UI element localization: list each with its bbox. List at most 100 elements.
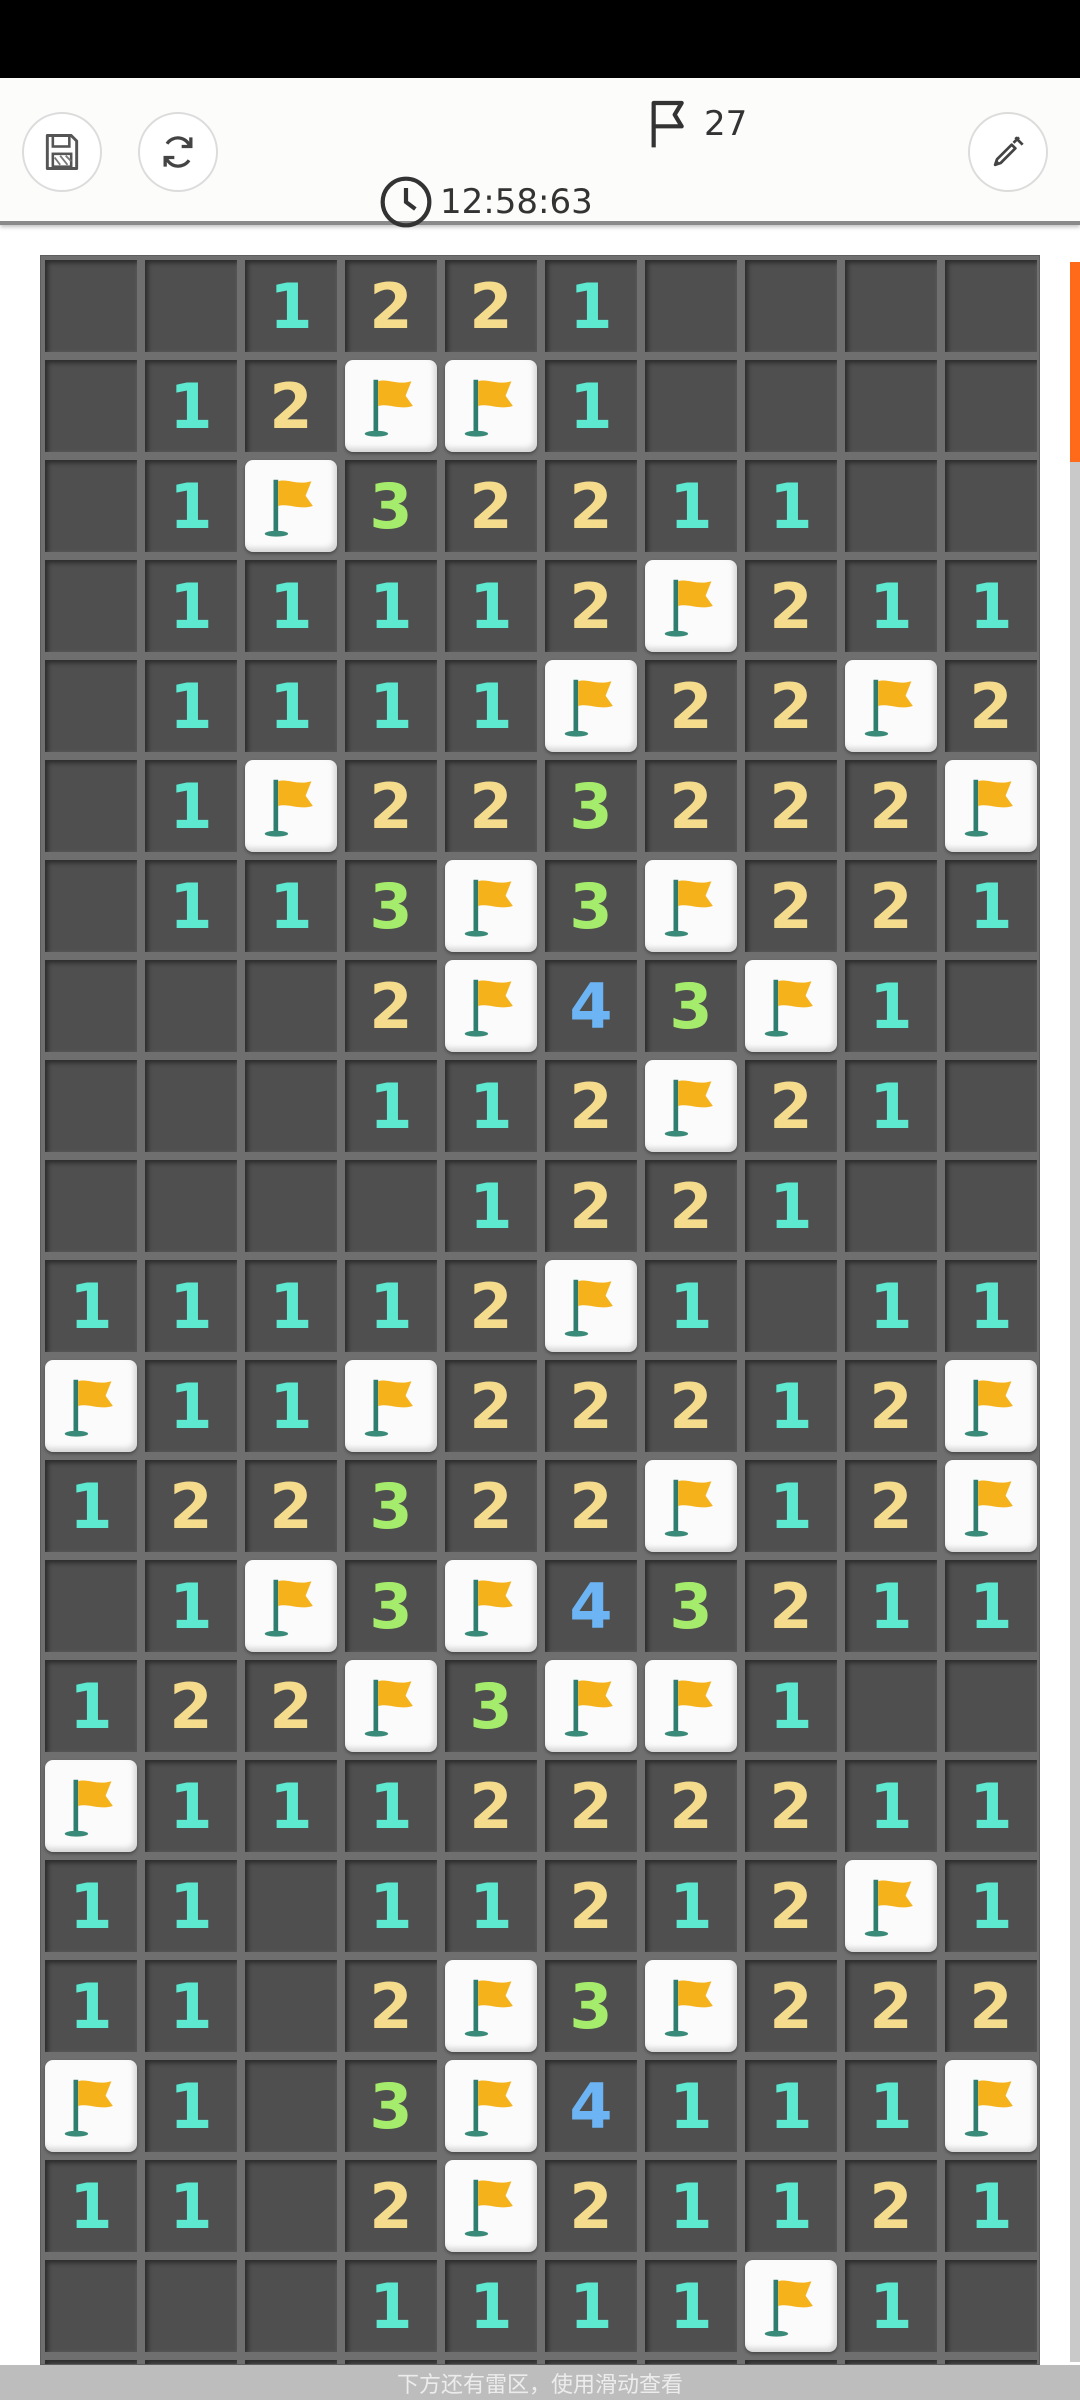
number-cell[interactable]: 2 xyxy=(745,1060,837,1152)
number-cell[interactable]: 1 xyxy=(345,1760,437,1852)
revealed-empty-cell[interactable] xyxy=(845,360,937,452)
number-cell[interactable]: 1 xyxy=(245,860,337,952)
number-cell[interactable]: 2 xyxy=(845,1360,937,1452)
flagged-cell[interactable] xyxy=(545,1660,637,1752)
flagged-cell[interactable] xyxy=(645,560,737,652)
flagged-cell[interactable] xyxy=(945,760,1037,852)
number-cell[interactable]: 2 xyxy=(645,1160,737,1252)
number-cell[interactable]: 1 xyxy=(145,560,237,652)
number-cell[interactable]: 4 xyxy=(545,1560,637,1652)
number-cell[interactable]: 1 xyxy=(145,1260,237,1352)
scrollbar-thumb[interactable] xyxy=(1070,262,1080,462)
number-cell[interactable]: 2 xyxy=(745,1960,837,2052)
flagged-cell[interactable] xyxy=(345,360,437,452)
revealed-empty-cell[interactable] xyxy=(645,260,737,352)
number-cell[interactable]: 1 xyxy=(945,1560,1037,1652)
number-cell[interactable]: 1 xyxy=(945,1260,1037,1352)
revealed-empty-cell[interactable] xyxy=(745,260,837,352)
flagged-cell[interactable] xyxy=(445,360,537,452)
number-cell[interactable]: 2 xyxy=(745,760,837,852)
flagged-cell[interactable] xyxy=(45,1760,137,1852)
revealed-empty-cell[interactable] xyxy=(845,1160,937,1252)
revealed-empty-cell[interactable] xyxy=(45,1160,137,1252)
number-cell[interactable]: 2 xyxy=(245,360,337,452)
number-cell[interactable]: 1 xyxy=(45,1260,137,1352)
flagged-cell[interactable] xyxy=(645,1460,737,1552)
flagged-cell[interactable] xyxy=(845,1860,937,1952)
flagged-cell[interactable] xyxy=(445,2060,537,2152)
number-cell[interactable]: 2 xyxy=(745,1760,837,1852)
save-button[interactable] xyxy=(22,112,102,192)
flagged-cell[interactable] xyxy=(445,960,537,1052)
revealed-empty-cell[interactable] xyxy=(45,960,137,1052)
number-cell[interactable]: 1 xyxy=(845,2060,937,2152)
number-cell[interactable]: 3 xyxy=(345,1560,437,1652)
number-cell[interactable]: 1 xyxy=(645,2260,737,2352)
revealed-empty-cell[interactable] xyxy=(45,1060,137,1152)
flagged-cell[interactable] xyxy=(745,2260,837,2352)
number-cell[interactable]: 1 xyxy=(745,1460,837,1552)
number-cell[interactable]: 2 xyxy=(445,460,537,552)
flagged-cell[interactable] xyxy=(645,860,737,952)
flagged-cell[interactable] xyxy=(245,460,337,552)
number-cell[interactable]: 2 xyxy=(545,1860,637,1952)
number-cell[interactable]: 1 xyxy=(145,2060,237,2152)
number-cell[interactable]: 2 xyxy=(145,1660,237,1752)
number-cell[interactable]: 2 xyxy=(645,1360,737,1452)
revealed-empty-cell[interactable] xyxy=(45,560,137,652)
number-cell[interactable]: 2 xyxy=(145,1460,237,1552)
flagged-cell[interactable] xyxy=(645,1960,737,2052)
number-cell[interactable]: 2 xyxy=(545,560,637,652)
number-cell[interactable]: 1 xyxy=(345,1260,437,1352)
number-cell[interactable]: 2 xyxy=(945,660,1037,752)
number-cell[interactable]: 1 xyxy=(745,1160,837,1252)
number-cell[interactable]: 2 xyxy=(545,460,637,552)
number-cell[interactable]: 1 xyxy=(845,2260,937,2352)
number-cell[interactable]: 1 xyxy=(445,1860,537,1952)
number-cell[interactable]: 1 xyxy=(145,1960,237,2052)
number-cell[interactable]: 2 xyxy=(845,1460,937,1552)
number-cell[interactable]: 2 xyxy=(445,760,537,852)
revealed-empty-cell[interactable] xyxy=(245,1860,337,1952)
dig-mode-button[interactable] xyxy=(968,112,1048,192)
revealed-empty-cell[interactable] xyxy=(245,1060,337,1152)
number-cell[interactable]: 2 xyxy=(545,1060,637,1152)
number-cell[interactable]: 1 xyxy=(145,2160,237,2252)
revealed-empty-cell[interactable] xyxy=(245,960,337,1052)
number-cell[interactable]: 1 xyxy=(645,460,737,552)
number-cell[interactable]: 1 xyxy=(145,860,237,952)
number-cell[interactable]: 2 xyxy=(345,1960,437,2052)
revealed-empty-cell[interactable] xyxy=(945,1060,1037,1152)
number-cell[interactable]: 2 xyxy=(745,860,837,952)
number-cell[interactable]: 3 xyxy=(545,1960,637,2052)
number-cell[interactable]: 1 xyxy=(145,1760,237,1852)
number-cell[interactable]: 1 xyxy=(145,360,237,452)
revealed-empty-cell[interactable] xyxy=(945,460,1037,552)
revealed-empty-cell[interactable] xyxy=(345,1160,437,1252)
number-cell[interactable]: 2 xyxy=(445,260,537,352)
number-cell[interactable]: 1 xyxy=(745,1660,837,1752)
number-cell[interactable]: 1 xyxy=(645,1860,737,1952)
number-cell[interactable]: 3 xyxy=(545,760,637,852)
number-cell[interactable]: 3 xyxy=(645,1560,737,1652)
number-cell[interactable]: 1 xyxy=(945,1760,1037,1852)
number-cell[interactable]: 1 xyxy=(45,1660,137,1752)
revealed-empty-cell[interactable] xyxy=(245,2160,337,2252)
number-cell[interactable]: 2 xyxy=(445,1760,537,1852)
number-cell[interactable]: 1 xyxy=(545,260,637,352)
number-cell[interactable]: 4 xyxy=(545,960,637,1052)
revealed-empty-cell[interactable] xyxy=(945,1660,1037,1752)
number-cell[interactable]: 1 xyxy=(845,1760,937,1852)
number-cell[interactable]: 2 xyxy=(445,1360,537,1452)
revealed-empty-cell[interactable] xyxy=(45,660,137,752)
number-cell[interactable]: 2 xyxy=(645,1760,737,1852)
number-cell[interactable]: 1 xyxy=(145,1360,237,1452)
revealed-empty-cell[interactable] xyxy=(45,2260,137,2352)
number-cell[interactable]: 1 xyxy=(745,2060,837,2152)
number-cell[interactable]: 1 xyxy=(45,1460,137,1552)
number-cell[interactable]: 2 xyxy=(645,660,737,752)
revealed-empty-cell[interactable] xyxy=(145,260,237,352)
flagged-cell[interactable] xyxy=(45,2060,137,2152)
number-cell[interactable]: 1 xyxy=(845,1060,937,1152)
number-cell[interactable]: 2 xyxy=(745,560,837,652)
